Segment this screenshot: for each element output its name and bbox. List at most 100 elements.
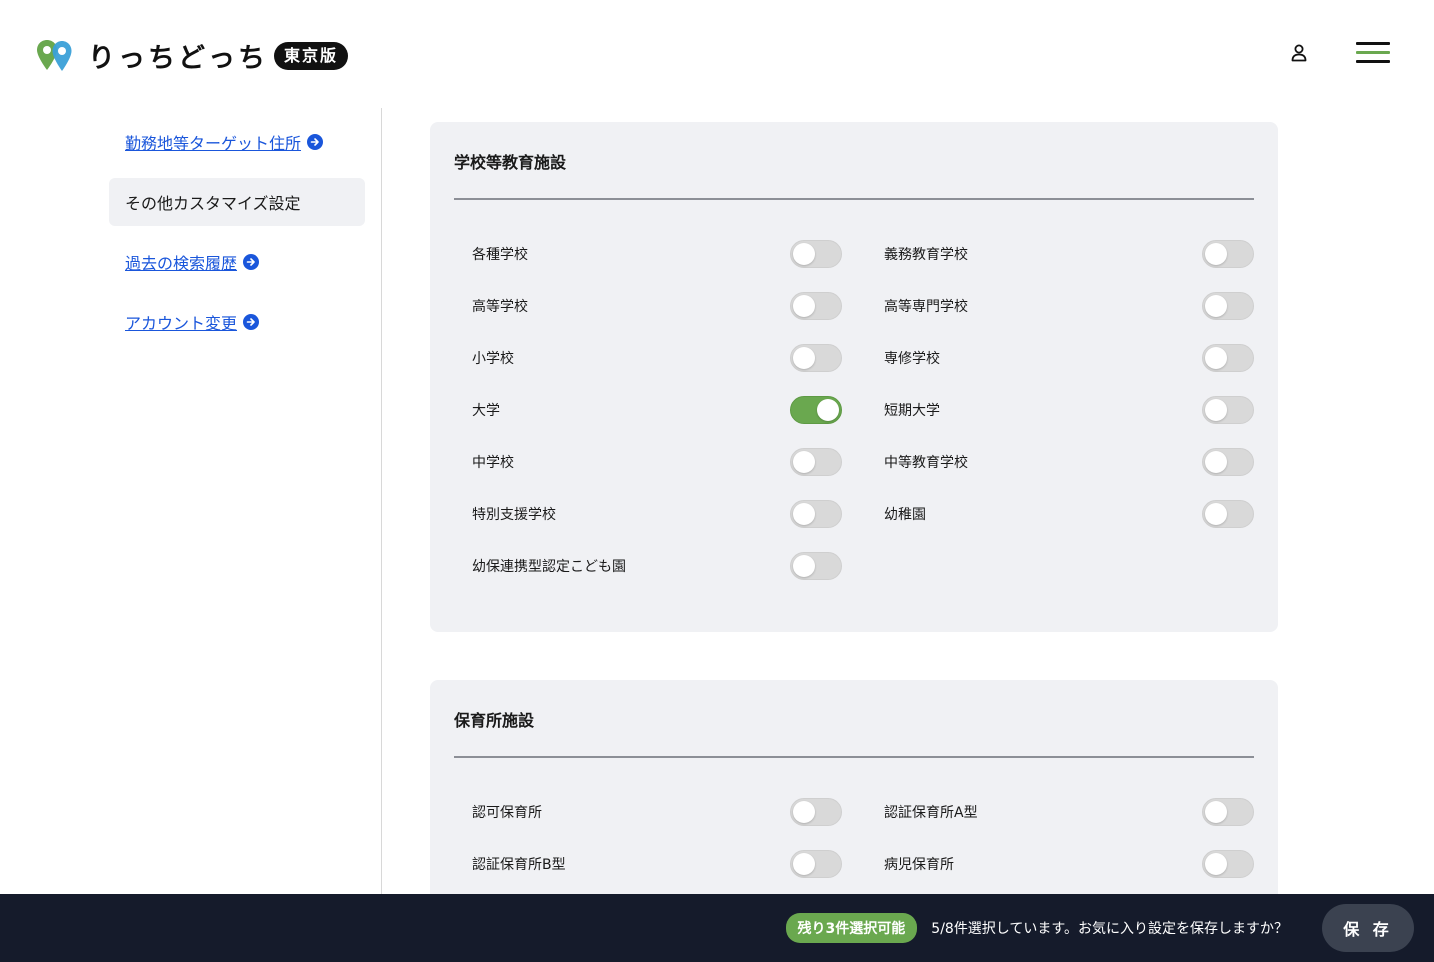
toggle-switch[interactable] (790, 798, 842, 826)
toggle-column-right: 認証保育所A型 病児保育所 (866, 786, 1254, 890)
toggle-label: 認証保育所B型 (472, 857, 566, 873)
sidebar-item-label: 勤務地等ターゲット住所 (125, 134, 302, 153)
toggle-switch[interactable] (1202, 292, 1254, 320)
toggle-switch[interactable] (790, 448, 842, 476)
toggle-knob (1205, 801, 1227, 823)
toggle-row: 認可保育所 (454, 786, 842, 838)
toggle-column-right: 義務教育学校 高等専門学校 専修学校 短期大学 中等教育学校 幼稚園 (866, 228, 1254, 592)
toggle-row: 認証保育所A型 (866, 786, 1254, 838)
sidebar-item-label: 過去の検索履歴 (125, 254, 238, 273)
toggle-switch[interactable] (790, 500, 842, 528)
toggle-label: 小学校 (472, 351, 514, 367)
toggle-switch[interactable] (1202, 500, 1254, 528)
save-button[interactable]: 保 存 (1322, 904, 1414, 952)
toggle-knob (1205, 399, 1227, 421)
sidebar-item-target-address[interactable]: 勤務地等ターゲット住所 (109, 118, 365, 166)
toggle-knob (1205, 451, 1227, 473)
toggle-knob (1205, 347, 1227, 369)
arrow-right-circle-icon (243, 314, 260, 330)
toggle-switch[interactable] (1202, 448, 1254, 476)
toggle-switch[interactable] (790, 292, 842, 320)
arrow-right-circle-icon (307, 134, 324, 150)
sidebar-item-search-history[interactable]: 過去の検索履歴 (109, 238, 365, 286)
toggle-label: 義務教育学校 (884, 247, 968, 263)
selection-status-text: 5/8件選択しています。お気に入り設定を保存しますか？ (931, 921, 1288, 937)
toggle-switch[interactable] (1202, 850, 1254, 878)
arrow-right-circle-icon (243, 254, 260, 270)
toggle-row: 小学校 (454, 332, 842, 384)
toggle-knob (793, 853, 815, 875)
toggle-column-left: 各種学校 高等学校 小学校 大学 中学校 特別支援学校 幼保連携型認定こども園 (454, 228, 842, 592)
toggle-label: 各種学校 (472, 247, 528, 263)
toggle-switch[interactable] (790, 344, 842, 372)
section-card-schools: 学校等教育施設 各種学校 高等学校 小学校 大学 中学校 特別支援学校 幼保連携… (430, 122, 1278, 632)
toggle-switch[interactable] (790, 396, 842, 424)
toggle-label: 特別支援学校 (472, 507, 556, 523)
section-title: 学校等教育施設 (454, 153, 567, 172)
toggle-knob (793, 503, 815, 525)
toggle-switch[interactable] (790, 240, 842, 268)
toggle-column-left: 認可保育所 認証保育所B型 (454, 786, 842, 890)
toggle-knob (793, 801, 815, 823)
toggle-knob (1205, 243, 1227, 265)
sidebar-item-label: その他カスタマイズ設定 (125, 194, 301, 213)
toggle-row: 各種学校 (454, 228, 842, 280)
toggle-switch[interactable] (790, 850, 842, 878)
toggle-knob (793, 347, 815, 369)
toggle-row: 病児保育所 (866, 838, 1254, 890)
toggle-knob (793, 451, 815, 473)
toggle-knob (817, 399, 839, 421)
sidebar-item-customize-settings[interactable]: その他カスタマイズ設定 (109, 178, 365, 226)
toggle-row: 大学 (454, 384, 842, 436)
toggle-row: 義務教育学校 (866, 228, 1254, 280)
toggle-label: 認可保育所 (472, 805, 542, 821)
toggle-row: 高等専門学校 (866, 280, 1254, 332)
toggle-knob (793, 243, 815, 265)
toggle-label: 中学校 (472, 455, 514, 471)
toggle-switch[interactable] (1202, 396, 1254, 424)
toggle-label: 高等専門学校 (884, 299, 968, 315)
toggle-knob (1205, 503, 1227, 525)
toggle-label: 高等学校 (472, 299, 528, 315)
header: りっちどっち 東京版 (0, 0, 1434, 106)
section-divider (454, 198, 1254, 200)
save-bar: 残り3件選択可能 5/8件選択しています。お気に入り設定を保存しますか？ 保 存 (0, 894, 1434, 962)
toggle-label: 幼稚園 (884, 507, 926, 523)
sidebar: 勤務地等ターゲット住所 その他カスタマイズ設定 過去の検索履歴 アカウント変更 (109, 118, 365, 358)
remaining-count-badge: 残り3件選択可能 (785, 913, 918, 943)
toggle-switch[interactable] (790, 552, 842, 580)
toggle-knob (793, 295, 815, 317)
section-card-nursery: 保育所施設 認可保育所 認証保育所B型 認証保育所A型 病児保育所 (430, 680, 1278, 920)
sidebar-item-label: アカウント変更 (125, 314, 238, 333)
toggle-label: 幼保連携型認定こども園 (472, 559, 626, 575)
section-title: 保育所施設 (454, 711, 535, 730)
toggle-label: 専修学校 (884, 351, 940, 367)
toggle-row: 中学校 (454, 436, 842, 488)
logo-badge: 東京版 (274, 41, 349, 70)
toggle-row: 高等学校 (454, 280, 842, 332)
toggle-label: 中等教育学校 (884, 455, 968, 471)
map-pin-logo-icon (36, 39, 74, 73)
toggle-knob (1205, 295, 1227, 317)
toggle-row: 短期大学 (866, 384, 1254, 436)
toggle-row: 認証保育所B型 (454, 838, 842, 890)
hamburger-menu-icon[interactable] (1356, 42, 1390, 64)
toggle-label: 短期大学 (884, 403, 940, 419)
toggle-switch[interactable] (1202, 344, 1254, 372)
toggle-switch[interactable] (1202, 240, 1254, 268)
toggle-row: 中等教育学校 (866, 436, 1254, 488)
sidebar-divider (381, 108, 382, 898)
toggle-row: 幼保連携型認定こども園 (454, 540, 842, 592)
logo[interactable]: りっちどっち 東京版 (36, 36, 349, 75)
toggle-knob (793, 555, 815, 577)
toggle-switch[interactable] (1202, 798, 1254, 826)
toggle-label: 大学 (472, 403, 500, 419)
logo-text: りっちどっち (88, 43, 268, 74)
section-divider (454, 756, 1254, 758)
toggle-grid: 認可保育所 認証保育所B型 認証保育所A型 病児保育所 (454, 786, 1254, 890)
sidebar-item-account-change[interactable]: アカウント変更 (109, 298, 365, 346)
toggle-row: 特別支援学校 (454, 488, 842, 540)
user-icon[interactable] (1289, 44, 1309, 62)
toggle-knob (1205, 853, 1227, 875)
toggle-label: 認証保育所A型 (884, 805, 978, 821)
